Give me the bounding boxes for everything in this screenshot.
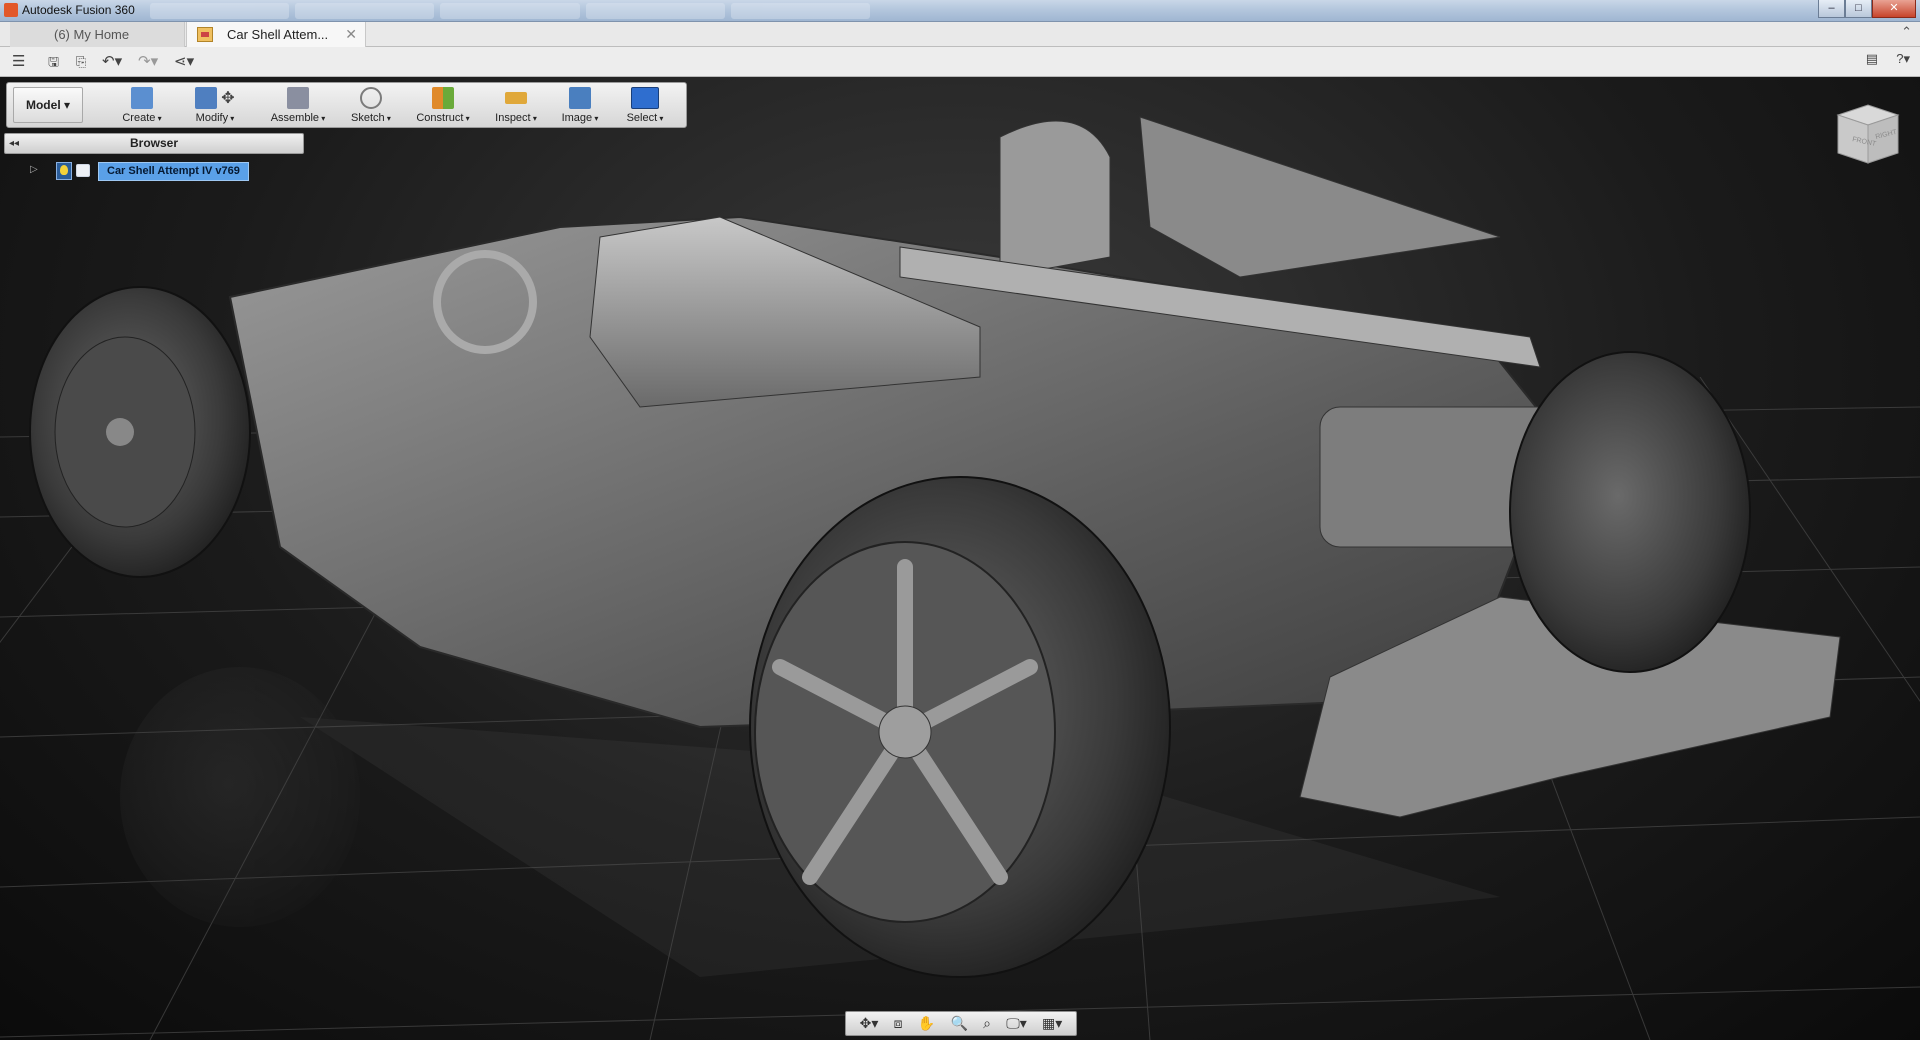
- assemble-menu[interactable]: Assemble: [263, 85, 333, 127]
- move-icon: ✥: [221, 90, 235, 107]
- canvas-viewport[interactable]: [0, 77, 1920, 1040]
- modify-label: Modify: [179, 111, 251, 126]
- navigation-bar: ✥▾ ⧈ ✋ 🔍 ⌕ 🖵▾ ▦▾: [845, 1011, 1077, 1036]
- orbit-icon[interactable]: ✥▾: [860, 1015, 879, 1032]
- save-as-icon[interactable]: ⎘: [76, 51, 86, 73]
- construct-label: Construct: [407, 111, 479, 126]
- visibility-bulb-icon[interactable]: [56, 162, 72, 180]
- tab-label: Car Shell Attem...: [227, 27, 329, 42]
- root-component-label[interactable]: Car Shell Attempt IV v769: [98, 162, 249, 181]
- maximize-button[interactable]: □: [1845, 0, 1872, 18]
- window-controls: – □ ✕: [1818, 0, 1916, 18]
- inspect-icon: [505, 92, 527, 104]
- expand-arrow-icon[interactable]: ▷: [30, 164, 38, 175]
- image-icon: [569, 87, 591, 109]
- look-at-icon[interactable]: ⧈: [894, 1015, 903, 1032]
- sketch-menu[interactable]: Sketch: [341, 85, 401, 127]
- redo-icon[interactable]: ↷▾: [138, 51, 158, 73]
- browser-title: Browser: [129, 136, 179, 150]
- comments-icon[interactable]: ▤: [1866, 51, 1878, 67]
- select-menu[interactable]: Select: [617, 85, 673, 127]
- modify-icon: [195, 87, 218, 109]
- select-icon: [631, 87, 659, 109]
- car-chassis-model[interactable]: [0, 77, 1920, 1040]
- component-icon: [76, 164, 90, 177]
- title-bar: Autodesk Fusion 360 – □ ✕: [0, 0, 1920, 22]
- sketch-label: Sketch: [341, 111, 401, 126]
- display-settings-icon[interactable]: 🖵▾: [1006, 1015, 1027, 1032]
- create-menu[interactable]: Create: [111, 85, 173, 127]
- collapse-browser-icon[interactable]: ◂◂: [9, 134, 19, 153]
- sketch-icon: [360, 87, 382, 109]
- app-title: Autodesk Fusion 360: [22, 3, 135, 17]
- browser-panel-header[interactable]: ◂◂ Browser: [4, 133, 304, 154]
- image-label: Image: [553, 111, 607, 126]
- inspect-label: Inspect: [485, 111, 547, 126]
- image-menu[interactable]: Image: [553, 85, 607, 127]
- zoom-window-icon[interactable]: 🔍: [950, 1015, 967, 1032]
- workspace-switcher-button[interactable]: Model ▾: [13, 87, 83, 123]
- data-panel-icon[interactable]: ☰: [12, 51, 25, 73]
- construct-menu[interactable]: Construct: [407, 85, 479, 127]
- view-cube[interactable]: FRONT RIGHT: [1834, 103, 1902, 165]
- pan-icon[interactable]: ✋: [918, 1015, 935, 1032]
- ribbon-toolbar: Model ▾ Create ✥ Modify Assemble Sketch …: [6, 82, 687, 128]
- inspect-menu[interactable]: Inspect: [485, 85, 547, 127]
- construct-icon: [432, 87, 454, 109]
- quick-access-toolbar: ☰ 🖫 ⎘ ↶▾ ↷▾ ⋖▾ ▤ ?▾: [0, 47, 1920, 77]
- background-windows: [150, 3, 871, 19]
- tab-label: (6) My Home: [54, 27, 130, 42]
- minimize-button[interactable]: –: [1818, 0, 1845, 18]
- assemble-label: Assemble: [263, 111, 333, 126]
- design-file-icon: [197, 27, 213, 42]
- undo-icon[interactable]: ↶▾: [102, 51, 122, 73]
- share-icon[interactable]: ⋖▾: [174, 51, 194, 73]
- help-icon[interactable]: ?▾: [1896, 51, 1910, 67]
- grid-settings-icon[interactable]: ▦▾: [1042, 1015, 1062, 1032]
- assemble-icon: [287, 87, 309, 109]
- modify-menu[interactable]: ✥ Modify: [179, 85, 251, 127]
- fusion-logo-icon: [4, 3, 18, 17]
- close-tab-icon[interactable]: ✕: [345, 22, 357, 47]
- fit-icon[interactable]: ⌕: [983, 1015, 991, 1032]
- tab-car-shell[interactable]: Car Shell Attem... ✕: [186, 22, 366, 47]
- collapse-ribbon-icon[interactable]: ⌃: [1901, 24, 1912, 40]
- tab-my-home[interactable]: (6) My Home: [10, 22, 185, 47]
- close-window-button[interactable]: ✕: [1872, 0, 1916, 18]
- create-icon: [131, 87, 153, 109]
- create-label: Create: [111, 111, 173, 126]
- save-icon[interactable]: 🖫: [48, 51, 59, 73]
- select-label: Select: [617, 111, 673, 126]
- document-tab-strip: (6) My Home Car Shell Attem... ✕ ⌃: [0, 22, 1920, 47]
